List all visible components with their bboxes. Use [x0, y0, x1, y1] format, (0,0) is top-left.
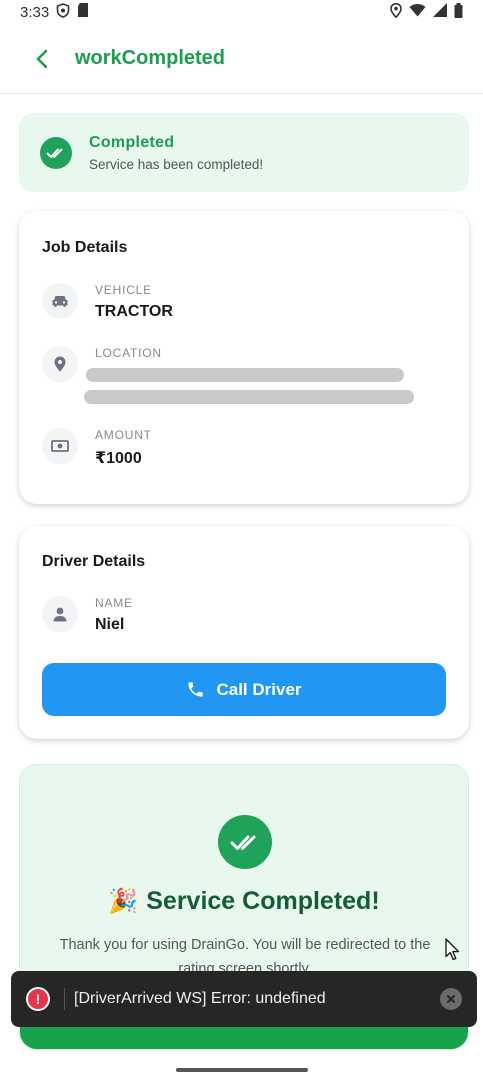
driver-name-label: NAME — [95, 596, 133, 610]
completion-heading: 🎉 Service Completed! — [20, 887, 468, 916]
driver-details-title: Driver Details — [42, 553, 146, 570]
cash-icon — [42, 428, 78, 464]
double-check-icon — [218, 815, 272, 869]
amount-label: AMOUNT — [95, 428, 152, 442]
driver-details-card: Driver Details NAME Niel Call Driver — [19, 526, 469, 739]
call-driver-label: Call Driver — [216, 679, 302, 699]
amount-value: ₹1000 — [95, 450, 142, 467]
status-bar: 3:33 — [0, 0, 483, 24]
toast-message: [DriverArrived WS] Error: undefined — [74, 990, 326, 1007]
person-icon — [42, 596, 78, 632]
location-value-redacted — [84, 368, 414, 404]
completion-title: Service Completed! — [146, 887, 380, 915]
home-indicator — [176, 1068, 308, 1072]
phone-icon — [188, 682, 204, 697]
toast-divider — [64, 988, 65, 1010]
location-row: LOCATION — [42, 346, 414, 404]
banner-title: Completed — [89, 133, 175, 151]
car-icon — [42, 283, 78, 319]
page-title: workCompleted — [75, 47, 226, 69]
status-banner: Completed Service has been completed! — [19, 113, 469, 192]
driver-name-value: Niel — [95, 616, 125, 633]
vehicle-label: VEHICLE — [95, 283, 152, 297]
app-header: workCompleted — [0, 24, 483, 94]
location-pin-icon — [42, 346, 78, 382]
error-icon: ! — [26, 987, 50, 1011]
vehicle-row: VEHICLE TRACTOR — [42, 283, 173, 321]
error-toast: ! [DriverArrived WS] Error: undefined — [11, 971, 477, 1027]
close-icon[interactable] — [440, 988, 462, 1010]
chevron-left-icon — [36, 49, 48, 68]
wifi-icon — [409, 3, 426, 21]
party-popper-icon: 🎉 — [108, 888, 139, 915]
double-check-icon — [40, 136, 72, 169]
vehicle-value: TRACTOR — [95, 303, 173, 320]
amount-row: AMOUNT ₹1000 — [42, 428, 152, 468]
sd-card-icon — [77, 3, 89, 21]
call-driver-button[interactable]: Call Driver — [42, 663, 446, 716]
signal-icon — [433, 3, 447, 21]
driver-name-row: NAME Niel — [42, 596, 133, 634]
banner-subtitle: Service has been completed! — [89, 156, 264, 172]
location-label: LOCATION — [95, 346, 162, 360]
location-icon — [390, 2, 402, 22]
job-details-card: Job Details VEHICLE TRACTOR LOCATION AMO… — [19, 211, 469, 504]
job-details-title: Job Details — [42, 239, 128, 256]
back-button[interactable] — [27, 44, 57, 74]
battery-icon — [454, 2, 463, 22]
mouse-cursor-icon — [445, 938, 461, 967]
status-time: 3:33 — [20, 3, 50, 21]
shield-icon — [56, 2, 70, 22]
